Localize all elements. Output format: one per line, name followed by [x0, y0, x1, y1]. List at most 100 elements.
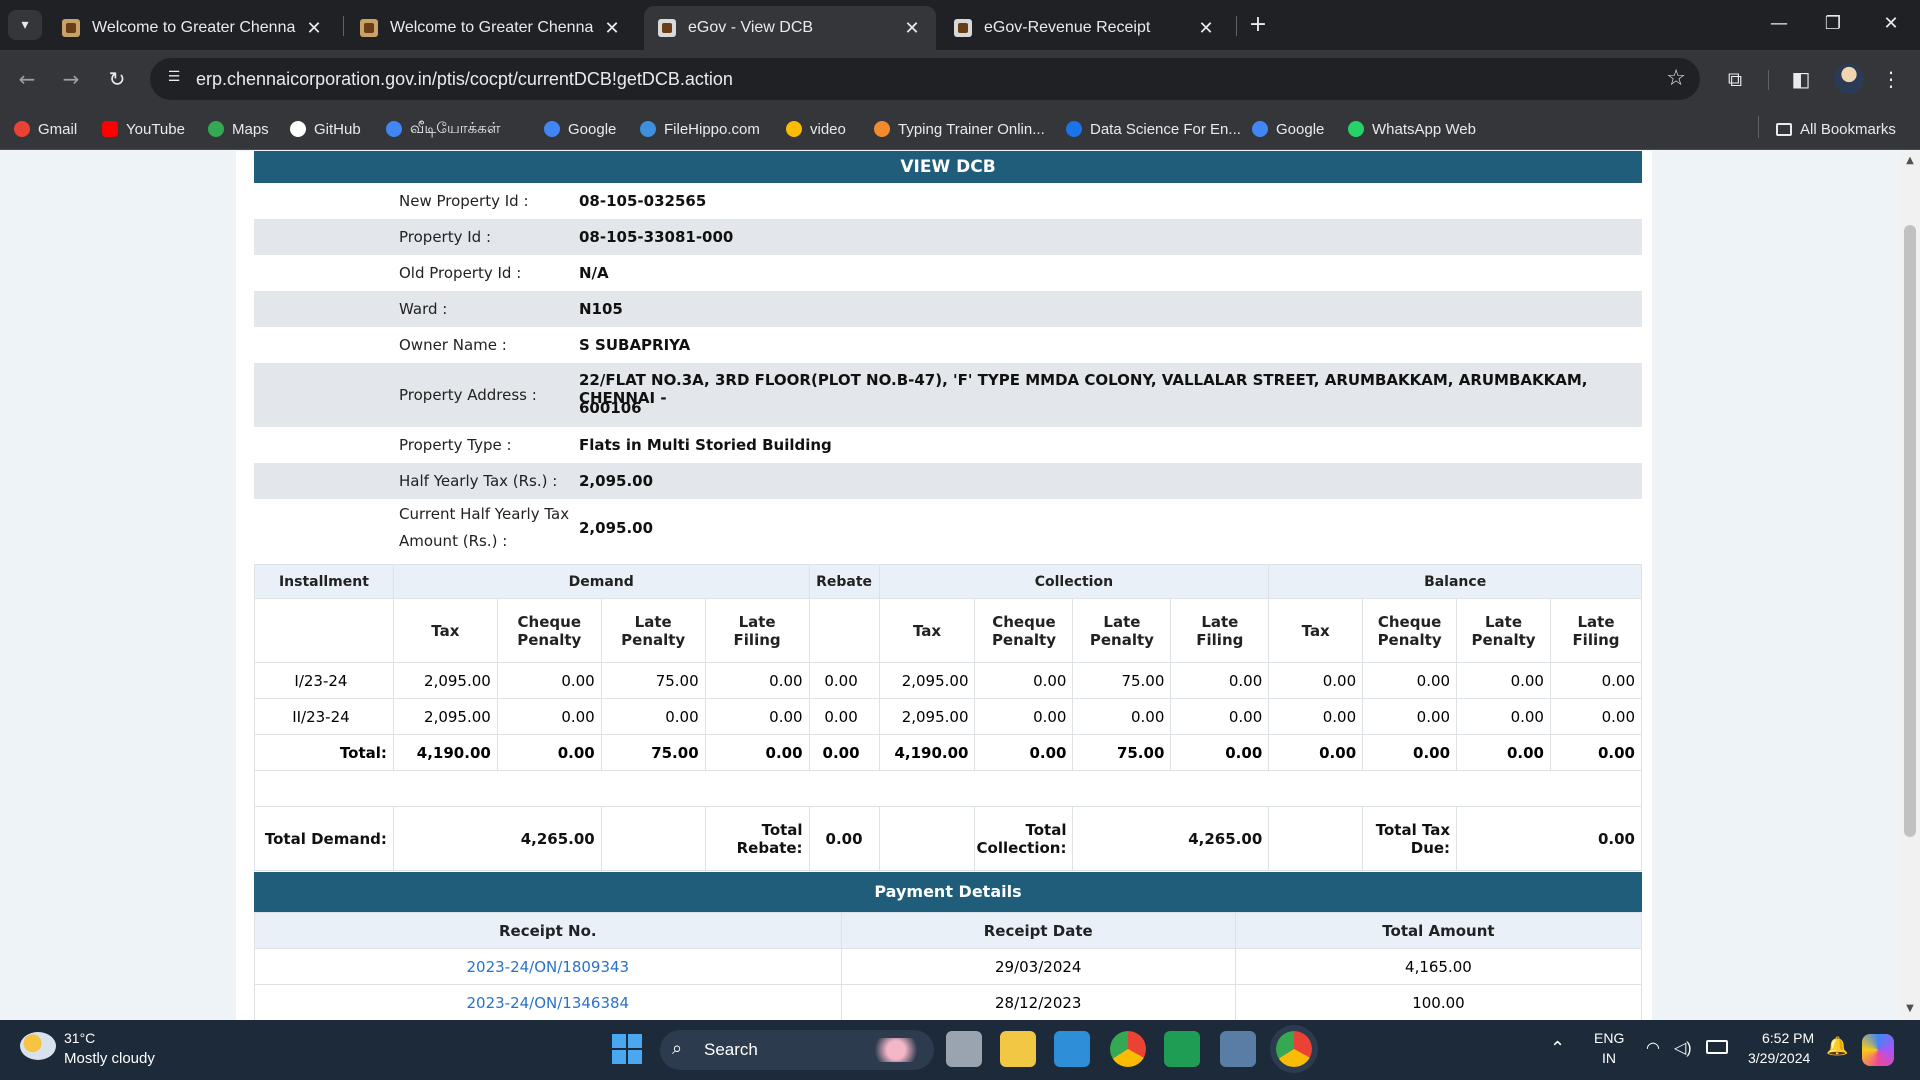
scrollbar-thumb[interactable]	[1904, 225, 1916, 837]
menu-icon[interactable]: ⋮	[1876, 64, 1906, 94]
field-value: 2,095.00	[579, 519, 654, 537]
bookmark-github[interactable]: GitHub	[290, 116, 361, 142]
classroom-icon[interactable]	[1164, 1031, 1200, 1067]
field-row: New Property Id : 08-105-032565	[254, 183, 1642, 219]
url-text[interactable]: erp.chennaicorporation.gov.in/ptis/cocpt…	[196, 69, 733, 90]
battery-icon[interactable]	[1706, 1040, 1728, 1054]
notification-bell-icon[interactable]: 🔔	[1826, 1036, 1848, 1057]
bookmark-youtube[interactable]: YouTube	[102, 116, 185, 142]
reload-icon[interactable]: ↻	[102, 64, 132, 94]
total-rebate-value: 0.00	[808, 806, 880, 871]
weather-cloud-icon[interactable]	[20, 1032, 56, 1060]
bookmark-google[interactable]: Google	[544, 116, 616, 142]
payment-row: 2023-24/ON/1809343 29/03/2024 4,165.00	[254, 948, 1643, 985]
late-penalty-header: Late Penalty	[600, 598, 706, 663]
weather-temp[interactable]: 31°C	[64, 1030, 95, 1046]
address-bar[interactable]: ☰ erp.chennaicorporation.gov.in/ptis/coc…	[150, 58, 1700, 100]
amount-cell: 0.00	[1362, 698, 1458, 735]
filehippo-icon	[640, 121, 656, 137]
installment-cell: Total:	[254, 734, 394, 771]
tab-title: eGov-Revenue Receipt	[984, 19, 1151, 36]
view-dcb-heading: VIEW DCB	[254, 151, 1642, 183]
wifi-icon[interactable]: ◠	[1646, 1038, 1660, 1058]
page-scrollbar[interactable]: ▲ ▼	[1900, 151, 1920, 1020]
amount-cell: 0.00	[974, 734, 1074, 771]
site-info-icon[interactable]: ☰	[164, 69, 184, 89]
field-value: 08-105-032565	[579, 192, 707, 210]
amount-cell: 0.00	[1268, 698, 1364, 735]
amount-cell: 4,190.00	[878, 734, 976, 771]
field-value: S SUBAPRIYA	[579, 336, 691, 354]
bookmark-maps[interactable]: Maps	[208, 116, 269, 142]
file-explorer-icon[interactable]	[1000, 1031, 1036, 1067]
tab-view-dcb[interactable]: eGov - View DCB ✕	[644, 6, 936, 50]
amount-cell: 0.00	[1549, 662, 1643, 699]
receipt-link[interactable]: 2023-24/ON/1346384	[466, 994, 629, 1012]
all-bookmarks-button[interactable]: All Bookmarks	[1776, 116, 1896, 142]
vscode-icon[interactable]	[1054, 1031, 1090, 1067]
receipt-link[interactable]: 2023-24/ON/1809343	[466, 958, 629, 976]
balance-header: Balance	[1268, 564, 1642, 599]
region-indicator[interactable]: IN	[1602, 1050, 1616, 1066]
close-icon[interactable]: ✕	[1196, 18, 1216, 39]
side-panel-icon[interactable]: ◧	[1786, 64, 1816, 94]
show-hidden-icons-icon[interactable]: ⌃	[1550, 1038, 1565, 1059]
egov-favicon-icon	[954, 19, 972, 37]
bookmark-videos-tamil[interactable]: வீடியோக்கள்	[386, 116, 500, 142]
minimize-icon[interactable]: —	[1756, 8, 1802, 40]
bookmark-filehippo[interactable]: FileHippo.com	[640, 116, 760, 142]
sub-header-row: Tax Cheque Penalty Late Penalty Late Filing…	[254, 598, 1643, 663]
late-penalty-header: Late Penalty	[1072, 598, 1172, 663]
chrome-icon[interactable]	[1110, 1031, 1146, 1067]
tab-welcome-2[interactable]: Welcome to Greater Chennai Co ✕	[346, 6, 636, 50]
amount-cell: 2,095.00	[878, 662, 976, 699]
restore-icon[interactable]: ❐	[1810, 8, 1856, 40]
payment-row: 2023-24/ON/1346384 28/12/2023 100.00	[254, 984, 1643, 1020]
scroll-down-icon[interactable]: ▼	[1900, 1003, 1920, 1014]
clock-date[interactable]: 3/29/2024	[1748, 1050, 1810, 1066]
new-tab-button[interactable]: +	[1244, 12, 1272, 40]
total-amount-header: Total Amount	[1234, 912, 1643, 949]
bookmark-whatsapp[interactable]: WhatsApp Web	[1348, 116, 1476, 142]
field-value: 2,095.00	[579, 472, 654, 490]
windows-start-icon[interactable]	[612, 1034, 642, 1064]
taskbar-search-box[interactable]: ⌕ Search	[660, 1030, 934, 1070]
close-icon[interactable]: ✕	[602, 18, 622, 39]
field-row: Old Property Id : N/A	[254, 255, 1642, 291]
task-view-icon[interactable]	[946, 1031, 982, 1067]
bookmark-google-2[interactable]: Google	[1252, 116, 1324, 142]
chrome-active-icon[interactable]	[1276, 1031, 1312, 1067]
amount-cell: 75.00	[1072, 734, 1172, 771]
bookmark-star-icon[interactable]: ☆	[1666, 66, 1686, 91]
bookmark-typing-trainer[interactable]: Typing Trainer Onlin...	[874, 116, 1045, 142]
copilot-icon[interactable]	[1862, 1034, 1894, 1066]
total-tax-due-value: 0.00	[1456, 806, 1642, 871]
clock-time[interactable]: 6:52 PM	[1762, 1030, 1814, 1046]
app-icon[interactable]	[1220, 1031, 1256, 1067]
bookmark-gmail[interactable]: Gmail	[14, 116, 77, 142]
tab-search-button[interactable]: ▾	[8, 10, 42, 40]
close-icon[interactable]: ✕	[902, 18, 922, 39]
amount-cell: 0.00	[496, 698, 602, 735]
forward-icon[interactable]: →	[56, 64, 86, 94]
scroll-up-icon[interactable]: ▲	[1900, 155, 1920, 166]
weather-desc[interactable]: Mostly cloudy	[64, 1050, 155, 1067]
bookmark-data-science[interactable]: Data Science For En...	[1066, 116, 1241, 142]
bookmark-video[interactable]: video	[786, 116, 846, 142]
field-row: Half Yearly Tax (Rs.) : 2,095.00	[254, 463, 1642, 499]
profile-avatar[interactable]	[1834, 64, 1864, 94]
payment-table: Receipt No. Receipt Date Total Amount 20…	[254, 912, 1643, 1020]
back-icon[interactable]: ←	[12, 64, 42, 94]
tab-welcome-1[interactable]: Welcome to Greater Chennai Co ✕	[48, 6, 338, 50]
receipt-amount: 4,165.00	[1234, 948, 1643, 985]
amount-cell: 0.00	[1456, 698, 1551, 735]
language-indicator[interactable]: ENG	[1594, 1030, 1624, 1046]
close-icon[interactable]: ✕	[304, 18, 324, 39]
extensions-icon[interactable]: ⧉	[1720, 64, 1750, 94]
amount-cell: 0.00	[1072, 698, 1172, 735]
volume-icon[interactable]: ◁)	[1674, 1038, 1692, 1058]
receipt-date-header: Receipt Date	[840, 912, 1236, 949]
installment-header: Installment	[254, 564, 394, 599]
tab-revenue-receipt[interactable]: eGov-Revenue Receipt ✕	[940, 6, 1230, 50]
window-close-icon[interactable]: ✕	[1868, 8, 1914, 40]
